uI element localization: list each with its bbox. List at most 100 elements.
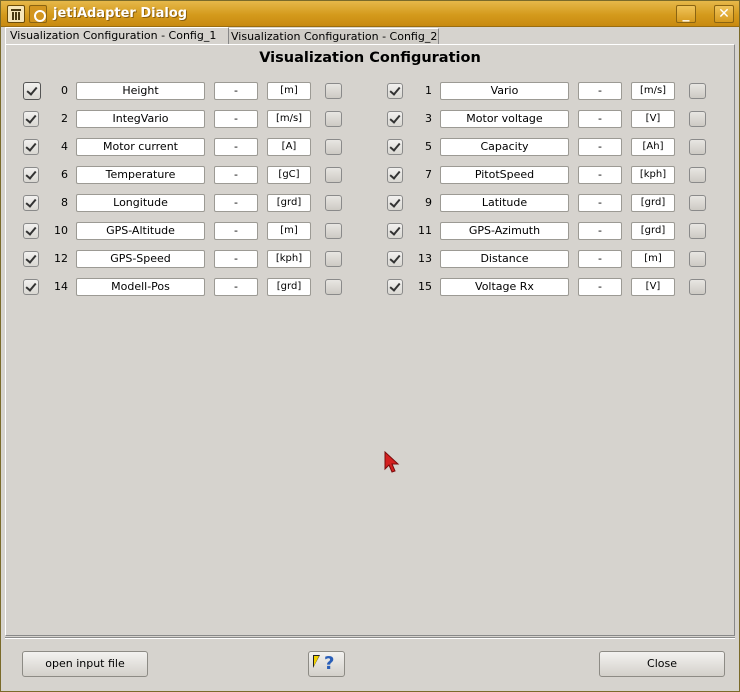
sensor-name-field[interactable]: Temperature	[76, 166, 205, 184]
unit-field[interactable]: [A]	[267, 138, 311, 156]
factor-field[interactable]: -	[578, 222, 622, 240]
enable-checkbox[interactable]	[387, 223, 403, 239]
checkmark-icon	[389, 140, 401, 152]
sensor-name-field[interactable]: Capacity	[440, 138, 569, 156]
config-row: 11 GPS-Azimuth - [grd]	[365, 221, 706, 241]
enable-checkbox[interactable]	[387, 251, 403, 267]
checkmark-icon	[26, 84, 38, 96]
enable-checkbox[interactable]	[23, 195, 39, 211]
window-close-button[interactable]: ✕	[714, 5, 734, 23]
tab-config-1[interactable]: Visualization Configuration - Config_1	[5, 27, 229, 44]
title-bar[interactable]: jetiAdapter Dialog _ ✕	[1, 1, 739, 27]
unit-field[interactable]: [grd]	[631, 194, 675, 212]
factor-field[interactable]: -	[578, 82, 622, 100]
enable-checkbox[interactable]	[23, 111, 39, 127]
unit-field[interactable]: [kph]	[267, 250, 311, 268]
sensor-name-field[interactable]: PitotSpeed	[440, 166, 569, 184]
factor-field[interactable]: -	[578, 250, 622, 268]
config-row: 15 Voltage Rx - [V]	[365, 277, 706, 297]
enable-checkbox[interactable]	[23, 279, 39, 295]
option-checkbox[interactable]	[689, 83, 706, 99]
factor-field[interactable]: -	[214, 222, 258, 240]
factor-field[interactable]: -	[578, 110, 622, 128]
enable-checkbox[interactable]	[23, 223, 39, 239]
enable-checkbox[interactable]	[23, 139, 39, 155]
sensor-name-field[interactable]: GPS-Azimuth	[440, 222, 569, 240]
unit-field[interactable]: [m]	[267, 82, 311, 100]
window-menu-icon[interactable]	[29, 5, 47, 23]
unit-field[interactable]: [V]	[631, 278, 675, 296]
option-checkbox[interactable]	[689, 195, 706, 211]
factor-field[interactable]: -	[214, 110, 258, 128]
option-checkbox[interactable]	[689, 279, 706, 295]
factor-field[interactable]: -	[578, 138, 622, 156]
option-checkbox[interactable]	[689, 111, 706, 127]
option-checkbox[interactable]	[325, 223, 342, 239]
factor-field[interactable]: -	[214, 278, 258, 296]
sensor-index: 8	[61, 196, 68, 209]
unit-field[interactable]: [grd]	[267, 194, 311, 212]
sensor-name-field[interactable]: Height	[76, 82, 205, 100]
unit-field[interactable]: [m]	[267, 222, 311, 240]
unit-field[interactable]: [m/s]	[267, 110, 311, 128]
option-checkbox[interactable]	[325, 195, 342, 211]
factor-field[interactable]: -	[214, 194, 258, 212]
config-row: 1 Vario - [m/s]	[365, 81, 706, 101]
unit-field[interactable]: [V]	[631, 110, 675, 128]
unit-field[interactable]: [Ah]	[631, 138, 675, 156]
sensor-name-field[interactable]: Motor current	[76, 138, 205, 156]
checkmark-icon	[389, 280, 401, 292]
sensor-name-field[interactable]: Modell-Pos	[76, 278, 205, 296]
open-input-file-button[interactable]: open input file	[22, 651, 148, 677]
checkmark-icon	[389, 112, 401, 124]
factor-field[interactable]: -	[214, 250, 258, 268]
unit-field[interactable]: [kph]	[631, 166, 675, 184]
enable-checkbox[interactable]	[387, 167, 403, 183]
option-checkbox[interactable]	[325, 83, 342, 99]
unit-field[interactable]: [m/s]	[631, 82, 675, 100]
enable-checkbox[interactable]	[387, 195, 403, 211]
option-checkbox[interactable]	[689, 223, 706, 239]
factor-field[interactable]: -	[214, 138, 258, 156]
enable-checkbox[interactable]	[387, 83, 403, 99]
enable-checkbox[interactable]	[23, 167, 39, 183]
option-checkbox[interactable]	[325, 139, 342, 155]
enable-checkbox[interactable]	[23, 251, 39, 267]
sensor-name-field[interactable]: Motor voltage	[440, 110, 569, 128]
sensor-name-field[interactable]: GPS-Altitude	[76, 222, 205, 240]
enable-checkbox[interactable]	[387, 139, 403, 155]
sensor-name-field[interactable]: Voltage Rx	[440, 278, 569, 296]
factor-field[interactable]: -	[578, 194, 622, 212]
enable-checkbox[interactable]	[387, 279, 403, 295]
factor-field[interactable]: -	[214, 166, 258, 184]
config-row: 4 Motor current - [A]	[1, 137, 342, 157]
unit-field[interactable]: [grd]	[267, 278, 311, 296]
checkmark-icon	[25, 252, 37, 264]
option-checkbox[interactable]	[689, 251, 706, 267]
sensor-name-field[interactable]: GPS-Speed	[76, 250, 205, 268]
minimize-button[interactable]: _	[676, 5, 696, 23]
unit-field[interactable]: [grd]	[631, 222, 675, 240]
sensor-name-field[interactable]: Longitude	[76, 194, 205, 212]
close-button[interactable]: Close	[599, 651, 725, 677]
help-button[interactable]: ?	[308, 651, 345, 677]
factor-field[interactable]: -	[578, 166, 622, 184]
sensor-name-field[interactable]: Distance	[440, 250, 569, 268]
option-checkbox[interactable]	[325, 251, 342, 267]
option-checkbox[interactable]	[325, 167, 342, 183]
sensor-name-field[interactable]: Latitude	[440, 194, 569, 212]
enable-checkbox[interactable]	[387, 111, 403, 127]
sensor-name-field[interactable]: Vario	[440, 82, 569, 100]
unit-field[interactable]: [gC]	[267, 166, 311, 184]
option-checkbox[interactable]	[325, 279, 342, 295]
app-icon	[7, 5, 25, 23]
option-checkbox[interactable]	[689, 167, 706, 183]
unit-field[interactable]: [m]	[631, 250, 675, 268]
factor-field[interactable]: -	[214, 82, 258, 100]
option-checkbox[interactable]	[325, 111, 342, 127]
option-checkbox[interactable]	[689, 139, 706, 155]
tab-config-2[interactable]: Visualization Configuration - Config_2	[227, 28, 439, 44]
sensor-name-field[interactable]: IntegVario	[76, 110, 205, 128]
enable-checkbox[interactable]	[23, 82, 41, 100]
factor-field[interactable]: -	[578, 278, 622, 296]
